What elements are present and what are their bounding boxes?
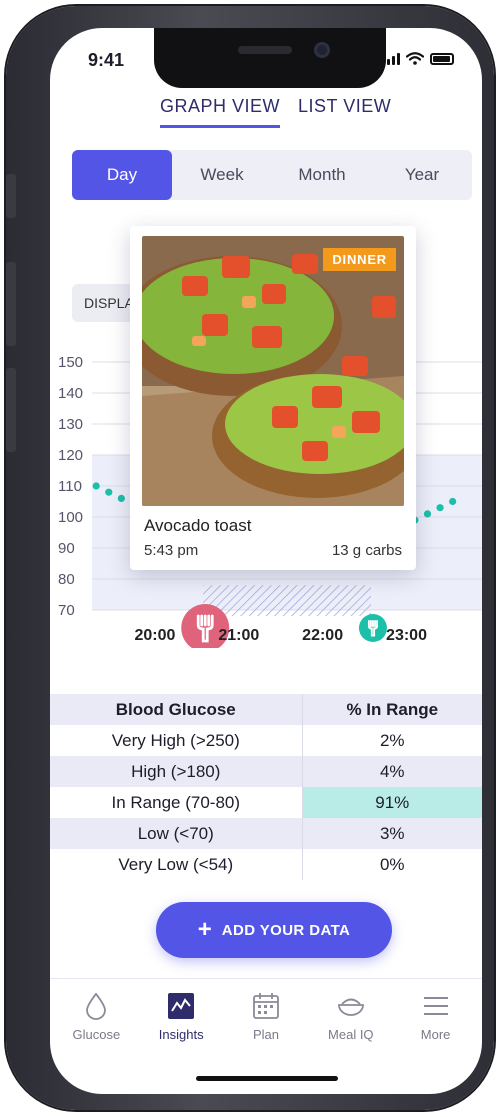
y-tick-label: 130 bbox=[58, 416, 83, 433]
period-month[interactable]: Month bbox=[272, 150, 372, 200]
meal-photo: DINNER bbox=[142, 236, 404, 506]
range-value: 2% bbox=[379, 730, 405, 750]
calendar-icon bbox=[253, 993, 279, 1019]
add-data-label: ADD YOUR DATA bbox=[221, 921, 351, 939]
meal-carbs: 13 g carbs bbox=[331, 542, 402, 559]
add-data-button[interactable]: + ADD YOUR DATA bbox=[156, 902, 392, 958]
y-tick-label: 70 bbox=[58, 602, 75, 619]
glucose-point bbox=[92, 482, 100, 490]
column-header: Blood Glucose bbox=[50, 694, 303, 725]
range-value: 0% bbox=[379, 854, 405, 874]
meal-card[interactable]: DINNER Avocado toast 5:43 pm 13 g carbs bbox=[130, 226, 416, 570]
period-day[interactable]: Day bbox=[72, 150, 172, 200]
table-header-row: Blood Glucose % In Range bbox=[50, 694, 482, 725]
y-tick-label: 80 bbox=[58, 571, 75, 588]
status-time: 9:41 bbox=[88, 50, 125, 70]
tab-list-view[interactable]: LIST VIEW bbox=[298, 96, 391, 128]
speaker-grille bbox=[238, 46, 292, 54]
period-selector: Day Week Month Year bbox=[72, 150, 472, 200]
range-label: Very High (>250) bbox=[50, 725, 303, 756]
x-tick-label: 22:00 bbox=[302, 627, 343, 644]
menu-icon bbox=[423, 997, 448, 1015]
x-tick-label: 21:00 bbox=[218, 627, 259, 644]
table-row: Very High (>250) 2% bbox=[50, 725, 482, 756]
wifi-icon bbox=[406, 52, 424, 65]
bowl-icon bbox=[337, 998, 364, 1016]
tab-graph-view[interactable]: GRAPH VIEW bbox=[160, 96, 281, 128]
nav-label: Plan bbox=[252, 1027, 279, 1042]
glucose-point bbox=[423, 510, 432, 518]
meal-window bbox=[203, 585, 371, 616]
silent-switch bbox=[6, 174, 16, 218]
range-label: Very Low (<54) bbox=[50, 849, 303, 880]
table-row: Very Low (<54) 0% bbox=[50, 849, 482, 880]
y-tick-label: 100 bbox=[58, 509, 83, 526]
chart-icon bbox=[168, 993, 195, 1019]
table-row: High (>180) 4% bbox=[50, 756, 482, 787]
x-tick-label: 23:00 bbox=[386, 627, 427, 644]
glucose-point bbox=[436, 504, 444, 512]
glucose-point bbox=[105, 488, 113, 496]
meal-type-badge: DINNER bbox=[323, 248, 396, 271]
volume-down-button bbox=[6, 368, 16, 452]
nav-item-more[interactable]: More bbox=[393, 991, 478, 1094]
y-tick-label: 90 bbox=[58, 540, 75, 557]
nav-item-glucose[interactable]: Glucose bbox=[54, 991, 139, 1094]
drop-icon bbox=[86, 992, 107, 1020]
front-camera bbox=[314, 42, 330, 58]
meal-name: Avocado toast bbox=[144, 516, 252, 535]
period-week[interactable]: Week bbox=[172, 150, 272, 200]
battery-icon bbox=[430, 52, 454, 65]
range-table: Blood Glucose % In Range Very High (>250… bbox=[50, 694, 482, 880]
x-tick-label: 20:00 bbox=[134, 627, 175, 644]
meal-marker-circle bbox=[358, 614, 387, 642]
view-toggle: GRAPH VIEW LIST VIEW bbox=[160, 96, 391, 128]
range-label: High (>180) bbox=[50, 756, 303, 787]
range-label: In Range (70-80) bbox=[50, 787, 303, 818]
volume-up-button bbox=[6, 262, 16, 346]
y-tick-label: 140 bbox=[58, 385, 83, 402]
nav-label: More bbox=[420, 1027, 451, 1042]
table-row: Low (<70) 3% bbox=[50, 818, 482, 849]
nav-label: Insights bbox=[158, 1027, 204, 1042]
y-tick-label: 150 bbox=[58, 354, 83, 371]
phone-frame: 9:41 GRAPH VIEW LIST VIEW Day Week Month… bbox=[6, 6, 494, 1110]
y-tick-label: 120 bbox=[58, 447, 83, 464]
y-tick-label: 110 bbox=[58, 478, 82, 495]
period-year[interactable]: Year bbox=[372, 150, 472, 200]
plus-icon: + bbox=[197, 916, 212, 943]
nav-label: Meal IQ bbox=[328, 1027, 374, 1042]
meal-time: 5:43 pm bbox=[144, 542, 199, 559]
notch bbox=[154, 28, 386, 88]
table-row: In Range (70-80) 91% bbox=[50, 787, 482, 818]
range-value: 4% bbox=[302, 756, 482, 787]
glucose-point bbox=[117, 494, 125, 502]
nav-label: Glucose bbox=[72, 1027, 121, 1042]
app-screen: 9:41 GRAPH VIEW LIST VIEW Day Week Month… bbox=[50, 28, 482, 1094]
meal-marker bbox=[358, 614, 387, 642]
range-value: 91% bbox=[302, 787, 482, 818]
home-indicator bbox=[196, 1076, 338, 1081]
column-header: % In Range bbox=[302, 694, 482, 725]
signal-icon bbox=[382, 52, 400, 65]
status-icons bbox=[382, 52, 454, 65]
range-label: Low (<70) bbox=[50, 818, 303, 849]
glucose-point bbox=[449, 497, 457, 506]
range-value: 3% bbox=[302, 818, 482, 849]
